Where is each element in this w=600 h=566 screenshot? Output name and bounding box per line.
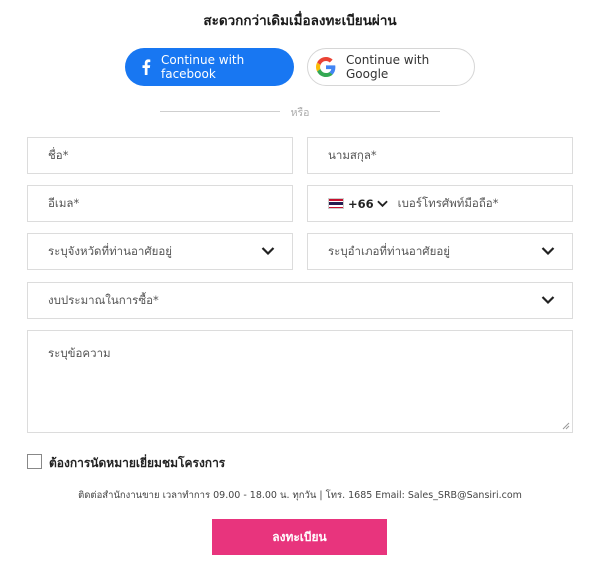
visit-checkbox-label: ต้องการนัดหมายเยี่ยมชมโครงการ: [49, 456, 226, 470]
last-name-field[interactable]: นามสกุล*: [307, 137, 573, 174]
facebook-button-label: Continue with facebook: [161, 53, 245, 81]
first-name-placeholder: ชื่อ*: [48, 147, 69, 162]
district-select[interactable]: ระบุอำเภอที่ท่านอาศัยอยู่: [307, 233, 573, 270]
contact-info: ติดต่อสำนักงานขาย เวลาทำการ 09.00 - 18.0…: [78, 490, 522, 501]
chevron-down-icon: [261, 247, 275, 256]
facebook-icon: [137, 59, 152, 75]
google-icon: [316, 57, 336, 77]
province-select[interactable]: ระบุจังหวัดที่ท่านอาศัยอยู่: [27, 233, 293, 270]
chevron-down-icon[interactable]: [376, 200, 388, 208]
phone-field[interactable]: +66 เบอร์โทรศัพท์มือถือ*: [307, 185, 573, 222]
page-title: สะดวกกว่าเดิมเมื่อลงทะเบียนผ่าน: [203, 13, 397, 29]
province-placeholder: ระบุจังหวัดที่ท่านอาศัยอยู่: [48, 243, 173, 258]
message-textarea[interactable]: ระบุข้อความ: [27, 330, 573, 433]
register-button[interactable]: ลงทะเบียน: [212, 519, 387, 555]
phone-country-code[interactable]: +66: [348, 197, 374, 211]
message-placeholder: ระบุข้อความ: [48, 346, 111, 360]
last-name-placeholder: นามสกุล*: [328, 147, 377, 162]
first-name-field[interactable]: ชื่อ*: [27, 137, 293, 174]
visit-checkbox[interactable]: [27, 454, 42, 469]
budget-select[interactable]: งบประมาณในการซื้อ*: [27, 282, 573, 319]
continue-with-facebook-button[interactable]: Continue with facebook: [125, 48, 294, 86]
phone-placeholder: เบอร์โทรศัพท์มือถือ*: [397, 195, 499, 210]
district-placeholder: ระบุอำเภอที่ท่านอาศัยอยู่: [328, 243, 450, 258]
resize-handle-icon[interactable]: [562, 422, 570, 430]
thailand-flag-icon: [328, 198, 344, 209]
email-field[interactable]: อีเมล*: [27, 185, 293, 222]
budget-placeholder: งบประมาณในการซื้อ*: [48, 292, 159, 307]
chevron-down-icon: [541, 296, 555, 305]
email-placeholder: อีเมล*: [48, 195, 80, 210]
google-button-label: Continue with Google: [346, 53, 430, 81]
continue-with-google-button[interactable]: Continue with Google: [307, 48, 475, 86]
divider-left: [160, 111, 280, 112]
divider-right: [320, 111, 440, 112]
or-separator: หรือ: [290, 107, 310, 119]
chevron-down-icon: [541, 247, 555, 256]
